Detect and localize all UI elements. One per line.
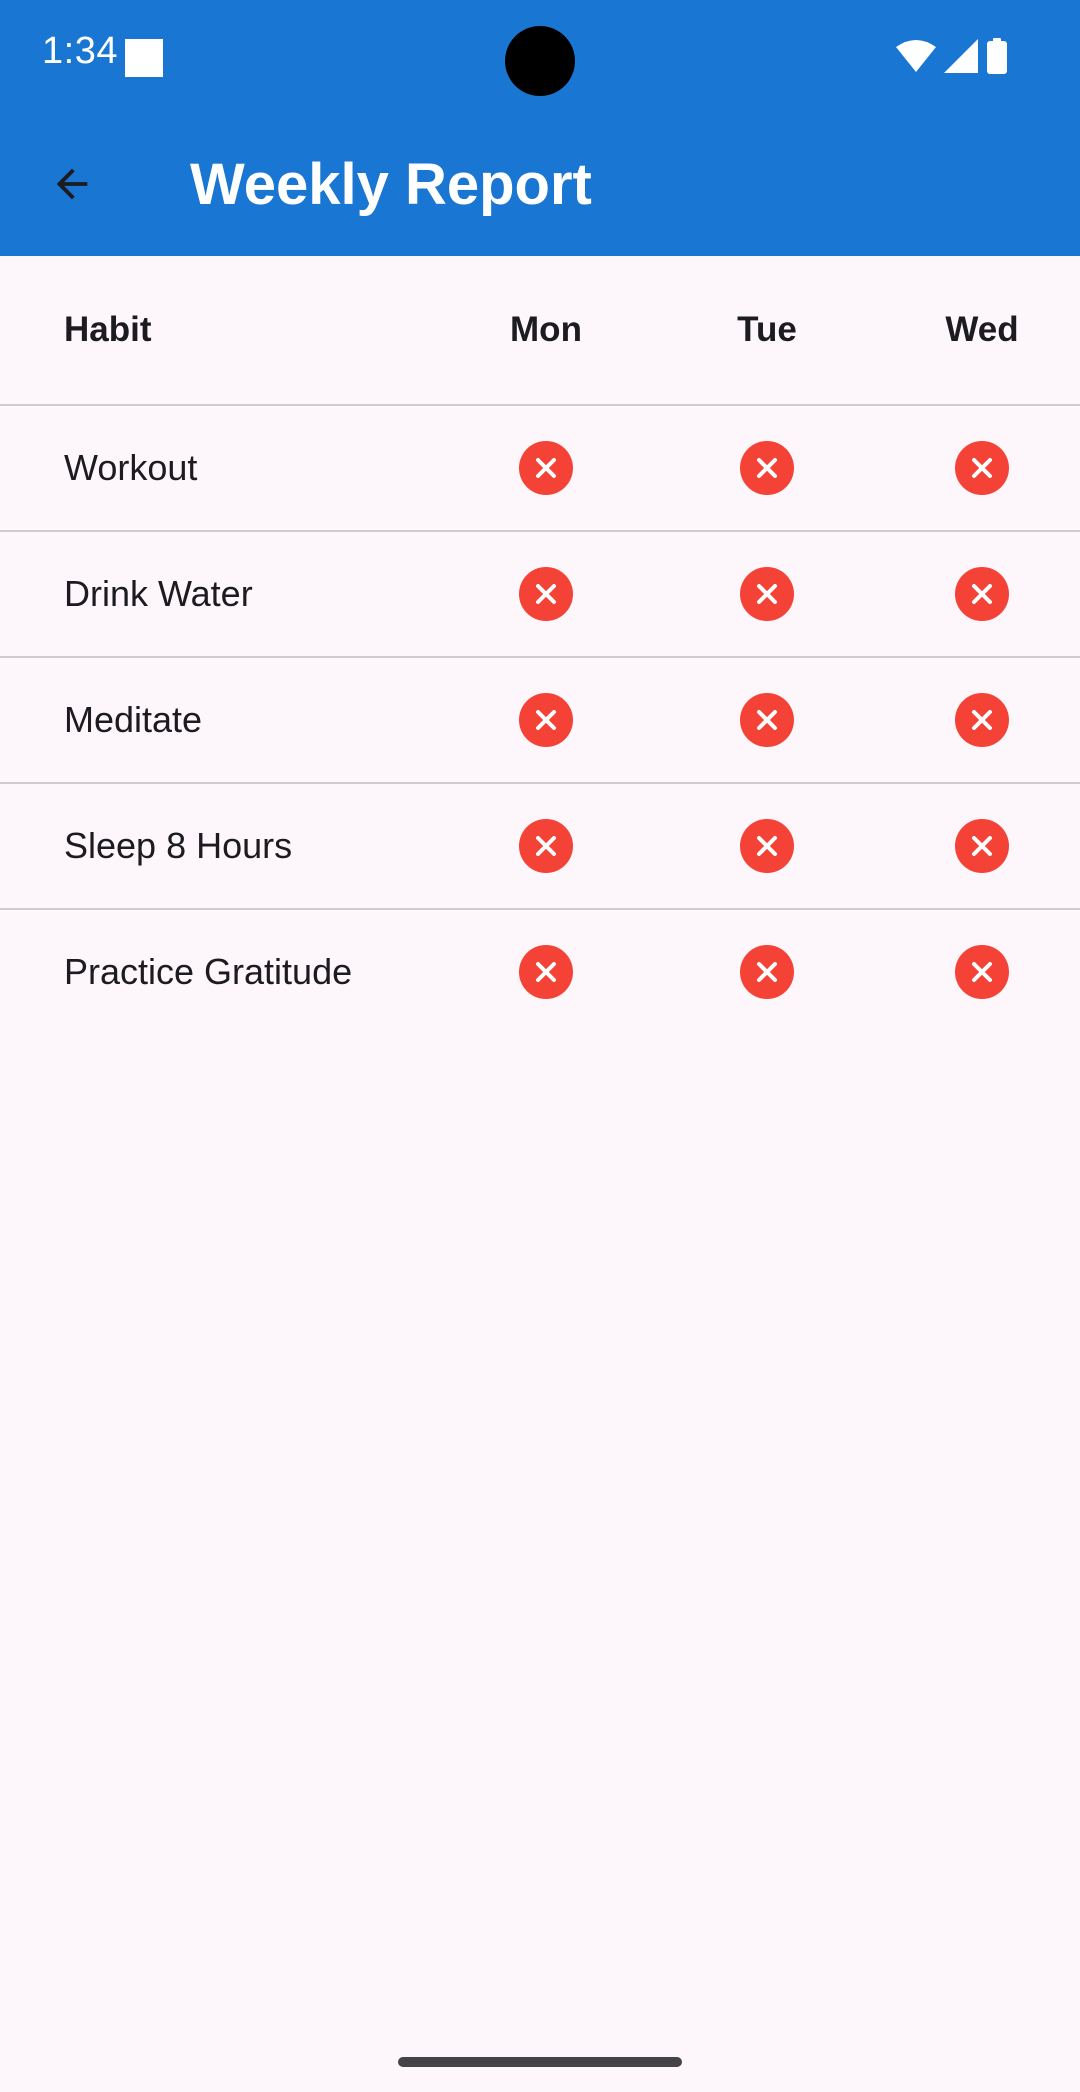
status-time: 1:34 [42, 30, 118, 72]
camera-cutout [505, 26, 575, 96]
status-bar: 1:34 [0, 0, 1080, 112]
cancel-circle-icon[interactable] [740, 819, 794, 873]
signal-icon [944, 39, 978, 73]
status-icons [896, 36, 1008, 76]
mon-cell [496, 406, 596, 530]
cancel-circle-icon[interactable] [519, 693, 573, 747]
mon-cell [496, 658, 596, 782]
page-title: Weekly Report [190, 152, 592, 217]
header-mon: Mon [510, 310, 582, 349]
cancel-circle-icon[interactable] [519, 945, 573, 999]
header-wed: Wed [945, 310, 1019, 349]
habit-name: Practice Gratitude [64, 951, 353, 992]
table-row: Drink Water [0, 532, 1080, 658]
mon-cell [496, 784, 596, 908]
weekly-report-table: Habit Mon Tue Wed Workout Drink Water Me… [0, 256, 1080, 1034]
tue-cell [717, 784, 817, 908]
habit-name: Meditate [64, 699, 203, 740]
battery-icon [987, 38, 1007, 74]
table-row: Meditate [0, 658, 1080, 784]
back-button[interactable] [30, 142, 114, 226]
wed-cell [927, 406, 1037, 530]
cancel-circle-icon[interactable] [955, 567, 1009, 621]
wed-cell [927, 910, 1037, 1034]
arrow-back-icon [56, 168, 88, 200]
tue-cell [717, 406, 817, 530]
wed-cell [927, 532, 1037, 656]
toolbar: Weekly Report [0, 112, 1080, 256]
habit-name: Workout [64, 447, 198, 488]
cancel-circle-icon[interactable] [955, 945, 1009, 999]
mon-cell [496, 910, 596, 1034]
cancel-circle-icon[interactable] [955, 441, 1009, 495]
notification-icon [125, 39, 163, 77]
habit-name: Sleep 8 Hours [64, 825, 293, 866]
header-habit: Habit [64, 310, 152, 349]
cancel-circle-icon[interactable] [740, 441, 794, 495]
app-header: 1:34 Weekly Report [0, 0, 1080, 256]
tue-cell [717, 910, 817, 1034]
wed-cell [927, 658, 1037, 782]
wifi-icon [896, 40, 936, 72]
cancel-circle-icon[interactable] [740, 567, 794, 621]
table-row: Practice Gratitude [0, 910, 1080, 1034]
cancel-circle-icon[interactable] [955, 693, 1009, 747]
table-row: Workout [0, 406, 1080, 532]
cancel-circle-icon[interactable] [519, 441, 573, 495]
habit-name: Drink Water [64, 573, 253, 614]
mon-cell [496, 532, 596, 656]
tue-cell [717, 658, 817, 782]
cancel-circle-icon[interactable] [519, 567, 573, 621]
wed-cell [927, 784, 1037, 908]
home-indicator[interactable] [398, 2057, 682, 2067]
table-header-row: Habit Mon Tue Wed [0, 256, 1080, 406]
cancel-circle-icon[interactable] [740, 693, 794, 747]
cancel-circle-icon[interactable] [955, 819, 1009, 873]
cancel-circle-icon[interactable] [740, 945, 794, 999]
cancel-circle-icon[interactable] [519, 819, 573, 873]
tue-cell [717, 532, 817, 656]
header-tue: Tue [737, 310, 797, 349]
table-row: Sleep 8 Hours [0, 784, 1080, 910]
